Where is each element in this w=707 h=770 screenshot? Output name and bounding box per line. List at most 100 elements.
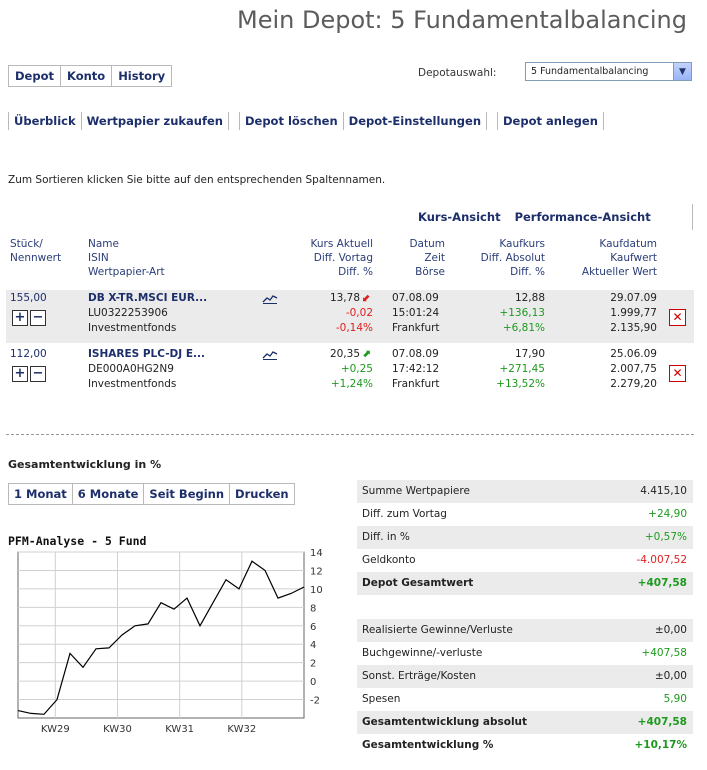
section-title: Gesamtentwicklung in % (8, 458, 162, 471)
performance-chart: -2 0 2 4 6 8 10 12 14 KW29 KW30 KW31 KW32 (17, 548, 323, 735)
kurs-aktuell: 13,78 (329, 292, 360, 304)
subnav-gap (487, 112, 497, 130)
diff-pct: -0,14% (335, 322, 373, 334)
tab-depot[interactable]: Depot (9, 66, 61, 86)
nav-depot-einstellungen[interactable]: Depot-Einstellungen (344, 112, 488, 130)
summary-label: Realisierte Gewinne/Verluste (362, 624, 513, 636)
chart-title: PFM-Analyse - 5 Fund (8, 534, 147, 548)
performance-ansicht-link[interactable]: Performance-Ansicht (515, 210, 651, 224)
header-line: Diff. Absolut (480, 252, 545, 264)
y-tick-label: 12 (310, 566, 323, 577)
nav-depot-loeschen[interactable]: Depot löschen (238, 112, 344, 130)
security-name-link[interactable]: DB X-TR.MSCI EUR... (88, 291, 207, 306)
header-line: Kaufkurs (499, 238, 545, 250)
header-line: Kaufdatum (599, 238, 657, 250)
summary-label: Summe Wertpapiere (362, 485, 470, 497)
header-kurs[interactable]: Kurs Aktuell Diff. Vortag Diff. % (270, 237, 373, 279)
y-tick-label: 8 (310, 603, 316, 614)
summary-row: Summe Wertpapiere 4.415,10 (357, 480, 693, 503)
table-row: 155,00 + − DB X-TR.MSCI EUR... LU0322253… (6, 290, 694, 343)
diff-absolut: +136,13 (499, 307, 545, 319)
header-line: Wertpapier-Art (88, 266, 165, 278)
kaufdatum: 29.07.09 (610, 292, 657, 304)
kaufkurs: 17,90 (514, 348, 545, 360)
plot-area (17, 551, 305, 719)
minus-icon[interactable]: − (30, 366, 46, 382)
diff-absolut-pct: +13,52% (496, 378, 545, 390)
summary-label: Diff. in % (362, 531, 410, 543)
table-row: 112,00 + − ISHARES PLC-DJ E... DE000A0HG… (6, 346, 694, 399)
plus-icon[interactable]: + (12, 310, 28, 326)
header-kaufdatum[interactable]: Kaufdatum Kaufwert Aktueller Wert (550, 237, 657, 279)
header-line: Stück/ (10, 238, 43, 250)
kaufkurs: 12,88 (514, 292, 545, 304)
summary-value: -4.007,52 (636, 554, 687, 566)
period-seit-beginn[interactable]: Seit Beginn (144, 484, 231, 504)
print-button[interactable]: Drucken (230, 484, 294, 504)
summary-row: Depot Gesamtwert +407,58 (357, 572, 693, 595)
tab-history[interactable]: History (112, 66, 171, 86)
datum: 07.08.09 (392, 348, 439, 360)
summary-row: Spesen 5,90 (357, 688, 693, 711)
delete-icon[interactable]: ✕ (669, 309, 686, 326)
security-name-link[interactable]: ISHARES PLC-DJ E... (88, 347, 205, 362)
y-tick-label: 4 (310, 640, 316, 651)
summary-table: Summe Wertpapiere 4.415,10 Diff. zum Vorta… (357, 480, 693, 595)
y-tick-label: 2 (310, 659, 316, 670)
isin: DE000A0HG2N9 (88, 363, 174, 375)
page-title: Mein Depot: 5 Fundamentalbalancing (237, 6, 687, 34)
kaufwert: 1.999,77 (610, 307, 657, 319)
period-6-monate[interactable]: 6 Monate (73, 484, 145, 504)
summary-value: +0,57% (644, 531, 687, 543)
boerse: Frankfurt (392, 322, 440, 334)
sort-hint: Zum Sortieren klicken Sie bitte auf den … (8, 174, 386, 186)
summary-label: Spesen (362, 693, 401, 705)
summary-label: Geldkonto (362, 554, 416, 566)
header-line: Kurs Aktuell (310, 238, 373, 250)
header-line: Name (88, 238, 119, 250)
isin: LU0322253906 (88, 307, 168, 319)
chevron-down-icon[interactable]: ▼ (673, 63, 691, 80)
summary-value: 4.415,10 (640, 485, 687, 497)
zeit: 17:42:12 (392, 363, 440, 375)
nav-depot-anlegen[interactable]: Depot anlegen (497, 112, 604, 130)
nav-ueberblick[interactable]: Überblick (8, 112, 82, 130)
summary-label: Depot Gesamtwert (362, 577, 474, 589)
header-stueck[interactable]: Stück/ Nennwert (10, 237, 61, 265)
tab-konto[interactable]: Konto (61, 66, 113, 86)
x-tick-label: KW29 (41, 724, 70, 735)
qty: 155,00 (10, 292, 47, 304)
security-type: Investmentfonds (88, 378, 177, 390)
diff-absolut-pct: +6,81% (502, 322, 545, 334)
summary-value: +407,58 (641, 647, 687, 659)
summary-row: Gesamtentwicklung absolut +407,58 (357, 711, 693, 734)
y-tick-label: 10 (310, 585, 323, 596)
divider (692, 204, 693, 230)
summary-row: Diff. zum Vortag +24,90 (357, 503, 693, 526)
depot-select[interactable]: 5 Fundamentalbalancing ▼ (525, 62, 692, 81)
summary-label: Gesamtentwicklung absolut (362, 716, 528, 728)
header-name[interactable]: Name ISIN Wertpapier-Art (88, 237, 165, 279)
header-line: Nennwert (10, 252, 62, 264)
delete-icon[interactable]: ✕ (669, 365, 686, 382)
nav-wertpapier-zukaufen[interactable]: Wertpapier zukaufen (82, 112, 229, 130)
header-datum[interactable]: Datum Zeit Börse (380, 237, 445, 279)
minus-icon[interactable]: − (30, 310, 46, 326)
depot-select-value: 5 Fundamentalbalancing (531, 66, 649, 77)
y-tick-label: 6 (310, 622, 316, 633)
kurs-ansicht-link[interactable]: Kurs-Ansicht (418, 210, 501, 224)
diff-vortag: +0,25 (340, 363, 373, 375)
summary-value: ±0,00 (654, 624, 687, 636)
header-kaufkurs[interactable]: Kaufkurs Diff. Absolut Diff. % (455, 237, 545, 279)
plus-icon[interactable]: + (12, 366, 28, 382)
summary-value: +24,90 (648, 508, 687, 520)
period-tabs: 1 Monat 6 Monate Seit Beginn Drucken (8, 483, 295, 505)
sub-navigation: Überblick Wertpapier zukaufen Depot lösc… (8, 112, 604, 130)
x-tick-label: KW32 (227, 724, 256, 735)
qty-stepper: + − (12, 366, 46, 382)
aktueller-wert: 2.279,20 (610, 378, 657, 390)
header-line: Zeit (424, 252, 445, 264)
summary-value: +407,58 (637, 577, 687, 589)
header-line: Diff. Vortag (313, 252, 373, 264)
period-1-monat[interactable]: 1 Monat (9, 484, 73, 504)
